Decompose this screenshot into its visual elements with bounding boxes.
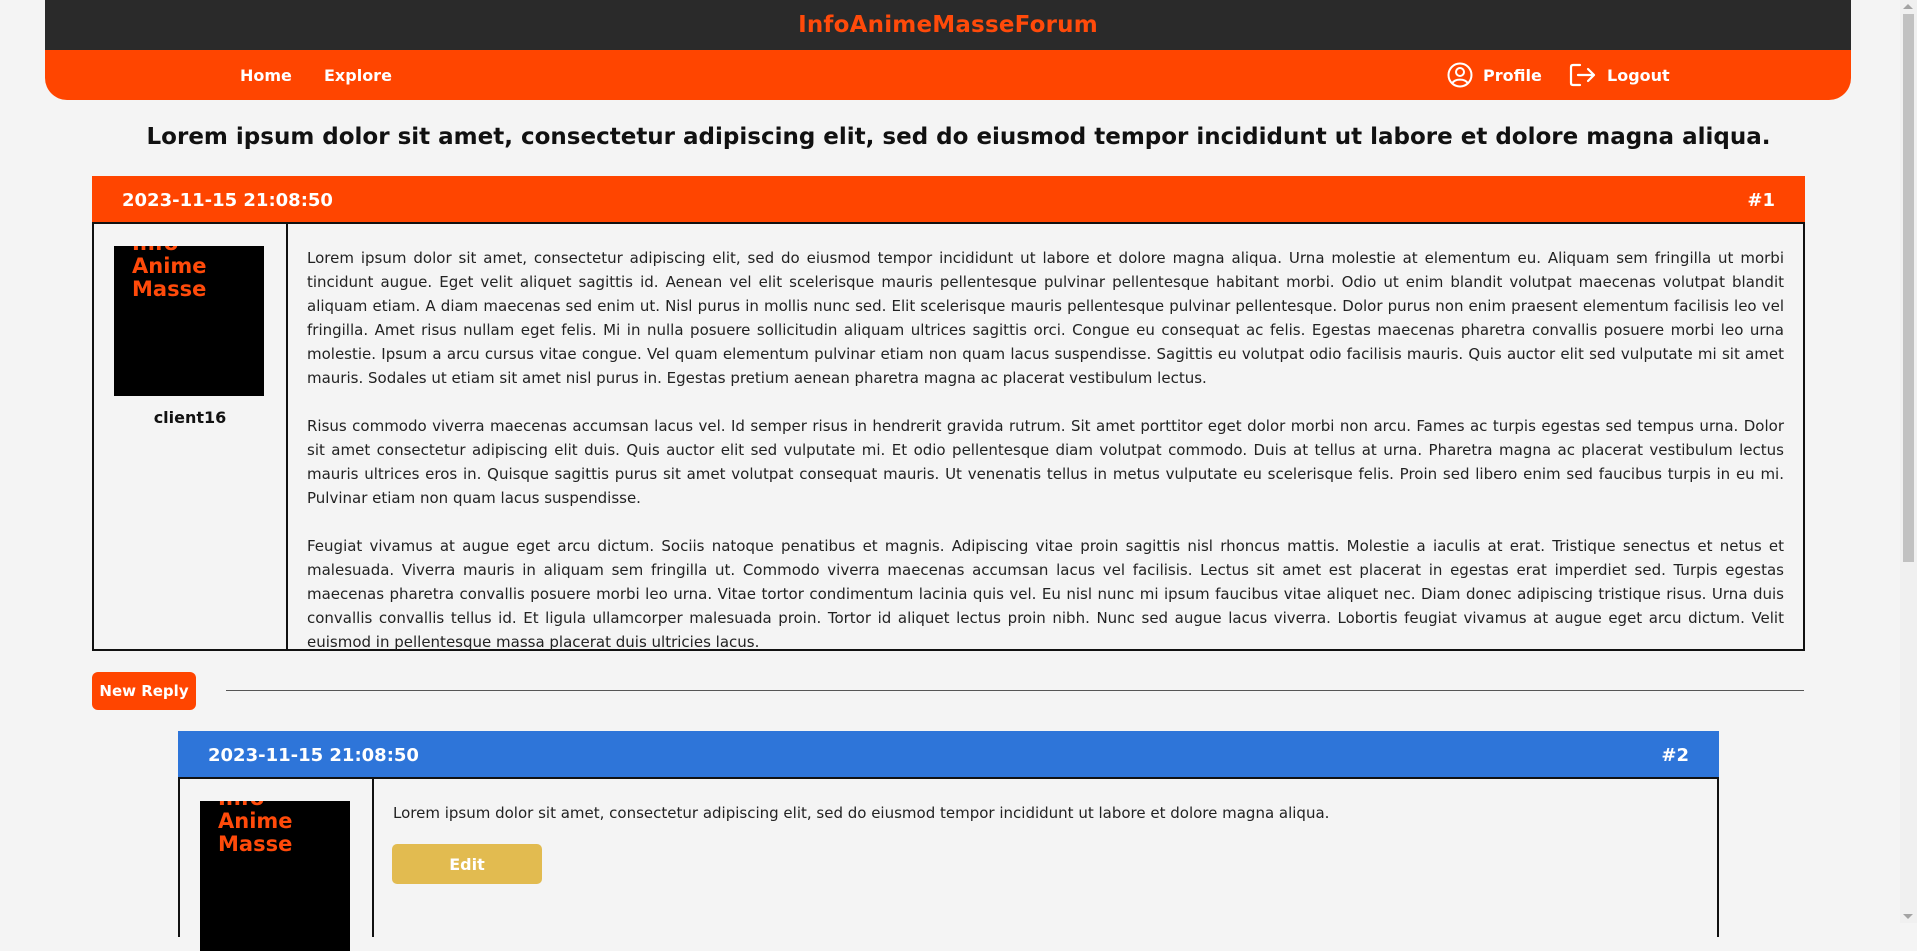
post-1-author-column: InfoAnimeMasse client16 xyxy=(94,224,288,649)
divider xyxy=(226,690,1804,691)
post-2-number[interactable]: #2 xyxy=(1661,745,1689,766)
post-1-body: Lorem ipsum dolor sit amet, consectetur … xyxy=(307,246,1784,678)
post-2-body: Lorem ipsum dolor sit amet, consectetur … xyxy=(393,801,1693,849)
scroll-down-icon[interactable] xyxy=(1903,914,1913,919)
nav-profile-label: Profile xyxy=(1483,65,1542,85)
avatar-logo-text: InfoAnimeMasse xyxy=(132,246,207,301)
post-1-number[interactable]: #1 xyxy=(1747,190,1775,211)
post-1: InfoAnimeMasse client16 Lorem ipsum dolo… xyxy=(92,222,1805,651)
profile-icon xyxy=(1447,62,1473,88)
post-1-header: 2023-11-15 21:08:50 #1 xyxy=(92,176,1805,224)
thread-title: Lorem ipsum dolor sit amet, consectetur … xyxy=(146,124,1771,150)
edit-button[interactable]: Edit xyxy=(392,844,542,884)
post-1-avatar[interactable]: InfoAnimeMasse xyxy=(114,246,264,396)
post-2-avatar[interactable]: InfoAnimeMasse xyxy=(200,801,350,951)
avatar-logo-text: InfoAnimeMasse xyxy=(218,801,293,856)
scrollbar-thumb[interactable] xyxy=(1903,14,1914,562)
nav-home[interactable]: Home xyxy=(240,50,292,100)
post-2-timestamp: 2023-11-15 21:08:50 xyxy=(208,744,419,766)
post-1-paragraph: Feugiat vivamus at augue eget arcu dictu… xyxy=(307,537,1784,651)
post-1-timestamp: 2023-11-15 21:08:50 xyxy=(122,189,333,211)
site-header: InfoAnimeMasseForum Home Explore Profile… xyxy=(45,0,1851,100)
nav-logout-label: Logout xyxy=(1607,65,1670,85)
post-1-paragraph: Lorem ipsum dolor sit amet, consectetur … xyxy=(307,249,1784,387)
header-top-bar: InfoAnimeMasseForum xyxy=(45,0,1851,50)
page-scrollbar[interactable] xyxy=(1900,0,1917,923)
site-brand[interactable]: InfoAnimeMasseForum xyxy=(798,12,1098,38)
scroll-up-icon[interactable] xyxy=(1903,4,1913,9)
nav-logout[interactable]: Logout xyxy=(1569,50,1670,100)
nav-bar: Home Explore Profile Logout xyxy=(45,50,1851,100)
post-1-username[interactable]: client16 xyxy=(94,408,286,427)
nav-explore[interactable]: Explore xyxy=(324,50,392,100)
logout-icon xyxy=(1569,63,1596,87)
post-2-author-column: InfoAnimeMasse xyxy=(180,779,374,951)
post-1-paragraph: Risus commodo viverra maecenas accumsan … xyxy=(307,417,1784,507)
post-2-paragraph: Lorem ipsum dolor sit amet, consectetur … xyxy=(393,804,1330,822)
nav-profile[interactable]: Profile xyxy=(1447,50,1542,100)
post-2-header: 2023-11-15 21:08:50 #2 xyxy=(178,731,1719,779)
new-reply-button[interactable]: New Reply xyxy=(92,672,196,710)
